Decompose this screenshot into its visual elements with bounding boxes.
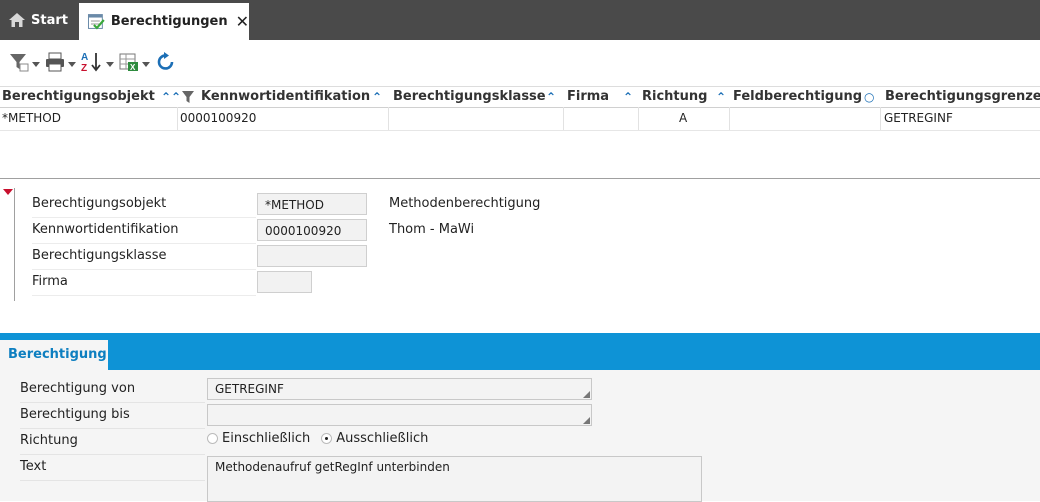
excel-export-button[interactable]: X <box>118 50 150 74</box>
tab-berechtigung[interactable]: Berechtigung <box>0 340 108 370</box>
tab-start-label: Start <box>31 12 68 28</box>
refresh-button[interactable] <box>155 50 177 74</box>
sort-icon[interactable]: ⌃ <box>623 87 633 107</box>
column-divider <box>729 107 730 130</box>
home-icon <box>9 13 25 27</box>
close-icon[interactable]: ✕ <box>236 12 249 31</box>
col-header-richtung[interactable]: Richtung <box>642 87 707 107</box>
collapse-icon[interactable] <box>3 189 13 195</box>
sort-icon[interactable]: ⌃ <box>716 87 726 107</box>
radio-label: Einschließlich <box>222 430 311 446</box>
col-header-feldberechtigung[interactable]: Feldberechtigung <box>733 87 862 107</box>
textarea-text[interactable]: Methodenaufruf getRegInf unterbinden <box>207 456 702 502</box>
radio-button[interactable] <box>207 432 218 444</box>
section-band <box>0 333 1040 370</box>
col-header-kennwortidentifikation[interactable]: Kennwortidentifikation <box>201 87 370 107</box>
input-berechtigung-von-value: GETREGINF <box>215 382 284 396</box>
chevron-down-icon <box>68 61 76 67</box>
svg-text:A: A <box>81 52 88 63</box>
chevron-down-icon <box>142 61 150 67</box>
excel-export-icon: X <box>119 53 138 72</box>
label-richtung: Richtung <box>20 428 205 455</box>
tab-start[interactable]: Start <box>0 0 78 40</box>
cell-richtung: A <box>679 111 688 125</box>
col-header-berechtigungsklasse[interactable]: Berechtigungsklasse <box>393 87 546 107</box>
col-header-berechtigungsgrenze[interactable]: Berechtigungsgrenze <box>885 87 1040 107</box>
detail-label-kennwortidentifikation: Kennwortidentifikation <box>32 217 256 244</box>
tab-berechtigungen-label: Berechtigungen <box>110 14 228 29</box>
chevron-down-icon <box>106 61 114 67</box>
detail-field-kennwortidentifikation[interactable]: 0000100920 <box>257 219 367 241</box>
detail-label-berechtigungsklasse: Berechtigungsklasse <box>32 243 256 270</box>
label-berechtigung-bis: Berechtigung bis <box>20 402 205 429</box>
resize-grip-icon[interactable] <box>583 391 590 398</box>
sort-az-icon: AZ <box>81 52 101 74</box>
sort-icon[interactable]: ○ <box>864 87 874 107</box>
radio-label: Ausschließlich <box>336 430 429 446</box>
detail-field-berechtigungsklasse[interactable] <box>257 245 367 267</box>
detail-field-firma[interactable] <box>257 271 312 293</box>
input-berechtigung-bis[interactable] <box>207 404 592 426</box>
cell-berechtigungsobjekt: *METHOD <box>2 111 61 125</box>
cell-berechtigungsgrenze: GETREGINF <box>884 111 953 125</box>
col-header-firma[interactable]: Firma <box>567 87 609 107</box>
filter-button[interactable] <box>8 50 40 74</box>
detail-field-berechtigungsobjekt[interactable]: *METHOD <box>257 193 367 215</box>
column-divider <box>880 107 881 130</box>
col-header-berechtigungsobjekt[interactable]: Berechtigungsobjekt <box>2 87 155 107</box>
table-row[interactable]: *METHOD 0000100920 A GETREGINF <box>0 107 1040 131</box>
column-divider <box>388 107 389 130</box>
print-icon <box>46 52 64 72</box>
label-berechtigung-von: Berechtigung von <box>20 376 205 403</box>
detail-border <box>14 188 15 301</box>
filter-icon <box>10 54 29 72</box>
top-bar: Start Berechtigungen ✕ <box>0 0 1040 40</box>
sort-icon[interactable]: ⌃ <box>546 87 556 107</box>
sort-icon[interactable]: ⌃⌃ <box>161 87 181 107</box>
radio-button-selected[interactable] <box>321 432 333 444</box>
sort-icon[interactable]: ⌃ <box>372 87 382 107</box>
tab-berechtigungen[interactable]: Berechtigungen ✕ <box>79 3 249 40</box>
detail-desc-kennwortidentifikation: Thom - MaWi <box>389 222 475 237</box>
svg-text:X: X <box>130 63 136 72</box>
refresh-icon <box>157 52 174 70</box>
filter-icon[interactable] <box>181 90 195 104</box>
print-button[interactable] <box>44 50 76 74</box>
splitter[interactable] <box>0 178 1040 179</box>
column-divider <box>638 107 639 130</box>
chevron-down-icon <box>32 61 40 67</box>
grid-header: Berechtigungsobjekt ⌃⌃ Kennwortidentifik… <box>0 86 1040 108</box>
sort-button[interactable]: AZ <box>80 50 114 74</box>
resize-grip-icon[interactable] <box>583 417 590 424</box>
radio-option-einschliesslich[interactable]: Einschließlich <box>207 431 310 446</box>
label-text: Text <box>20 454 205 481</box>
input-berechtigung-von[interactable]: GETREGINF <box>207 378 592 400</box>
detail-label-firma: Firma <box>32 269 256 296</box>
checklist-icon <box>87 13 105 30</box>
detail-label-berechtigungsobjekt: Berechtigungsobjekt <box>32 191 256 218</box>
radio-option-ausschliesslich[interactable]: Ausschließlich <box>321 431 428 446</box>
detail-desc-berechtigungsobjekt: Methodenberechtigung <box>389 196 541 211</box>
richtung-radio-group: Einschließlich Ausschließlich <box>207 428 439 448</box>
column-divider <box>177 107 178 130</box>
cell-kennwortidentifikation: 0000100920 <box>180 111 257 125</box>
svg-text:Z: Z <box>81 63 87 74</box>
column-divider <box>563 107 564 130</box>
toolbar: AZ X <box>0 40 1040 86</box>
